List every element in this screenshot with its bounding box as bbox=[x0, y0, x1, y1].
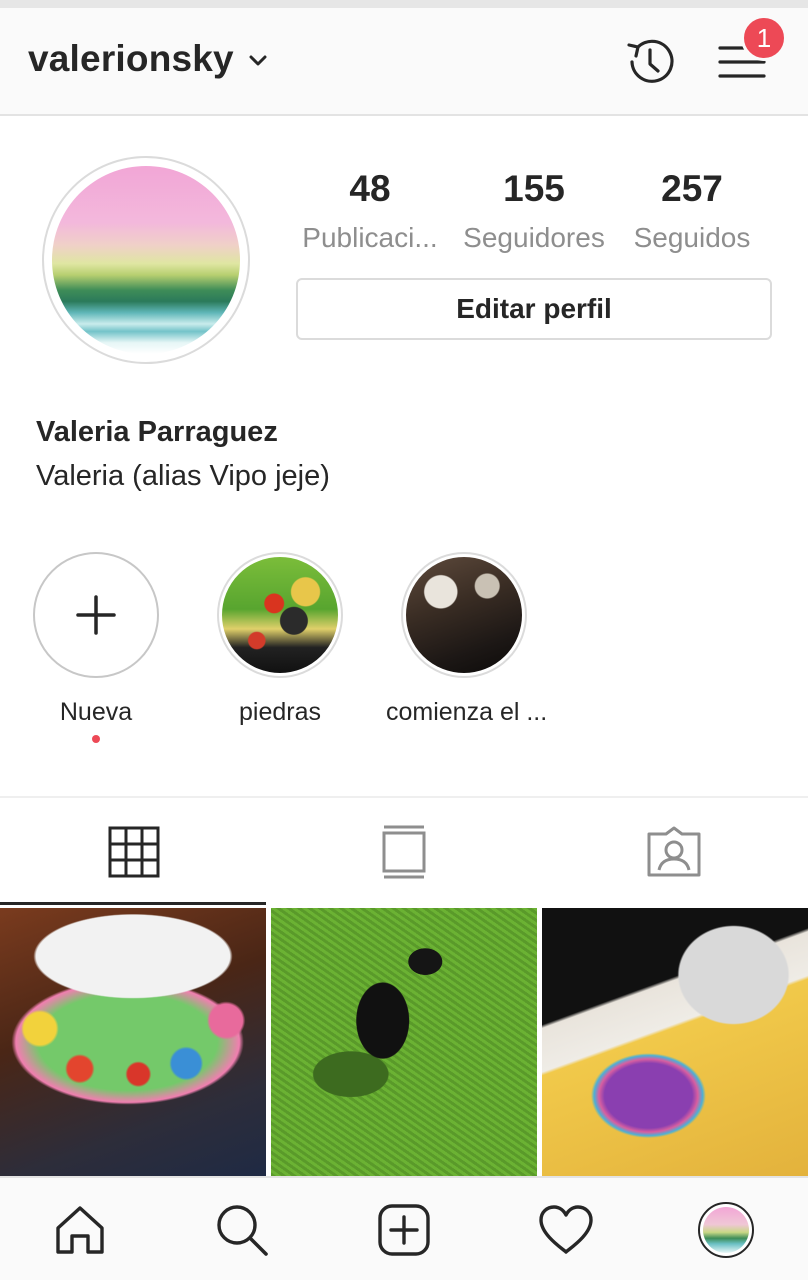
heart-icon bbox=[539, 1205, 593, 1254]
highlight-piedras[interactable]: piedras bbox=[210, 552, 350, 727]
highlight-cover bbox=[401, 552, 527, 678]
stat-posts[interactable]: 48 Publicaci... bbox=[296, 168, 444, 254]
highlight-comienza[interactable]: comienza el ... bbox=[386, 552, 547, 727]
chevron-down-icon bbox=[249, 55, 267, 66]
profile-avatar[interactable] bbox=[42, 156, 250, 364]
home-button[interactable] bbox=[48, 1198, 112, 1262]
bottom-navigation bbox=[0, 1176, 808, 1280]
plus-icon bbox=[76, 595, 116, 635]
feed-icon bbox=[382, 825, 426, 879]
edit-profile-button[interactable]: Editar perfil bbox=[296, 278, 772, 340]
tab-grid[interactable] bbox=[0, 798, 268, 906]
following-count: 257 bbox=[661, 168, 723, 209]
posts-grid bbox=[0, 908, 808, 1176]
post-image bbox=[271, 908, 537, 1176]
tab-feed[interactable] bbox=[270, 798, 538, 906]
activity-button[interactable] bbox=[534, 1198, 598, 1262]
profile-tab-button[interactable] bbox=[694, 1198, 758, 1262]
highlight-label: comienza el ... bbox=[386, 698, 548, 726]
followers-count: 155 bbox=[503, 168, 565, 209]
posts-label: Publicaci... bbox=[302, 222, 438, 253]
post-image bbox=[542, 908, 808, 1176]
nav-avatar bbox=[698, 1202, 754, 1258]
add-post-icon bbox=[378, 1204, 430, 1256]
nav-avatar-image bbox=[703, 1207, 749, 1253]
stat-following[interactable]: 257 Seguidos bbox=[624, 168, 760, 254]
post-image bbox=[0, 908, 266, 1176]
top-header: valerionsky bbox=[0, 8, 808, 116]
following-label: Seguidos bbox=[633, 222, 751, 253]
highlight-new[interactable]: Nueva bbox=[26, 552, 166, 743]
highlight-image bbox=[217, 552, 343, 678]
new-highlight-button[interactable] bbox=[33, 552, 159, 678]
tagged-icon bbox=[647, 826, 701, 877]
archive-button[interactable] bbox=[620, 32, 680, 92]
history-icon bbox=[627, 39, 674, 83]
post-thumbnail[interactable] bbox=[542, 908, 808, 1176]
search-icon bbox=[217, 1205, 268, 1256]
highlight-label: Nueva bbox=[59, 698, 133, 726]
posts-count: 48 bbox=[349, 168, 391, 209]
grid-icon bbox=[108, 826, 160, 878]
avatar-image bbox=[52, 166, 240, 354]
search-button[interactable] bbox=[210, 1198, 274, 1262]
highlight-cover bbox=[217, 552, 343, 678]
full-name: Valeria Parraguez bbox=[36, 416, 278, 448]
post-thumbnail[interactable] bbox=[0, 908, 266, 1176]
tab-tagged[interactable] bbox=[540, 798, 808, 906]
new-indicator-dot bbox=[92, 735, 100, 743]
post-thumbnail[interactable] bbox=[271, 908, 537, 1176]
home-icon bbox=[56, 1206, 104, 1254]
account-switcher[interactable]: valerionsky bbox=[28, 38, 268, 80]
notification-badge: 1 bbox=[741, 15, 787, 61]
new-post-button[interactable] bbox=[372, 1198, 436, 1262]
status-strip bbox=[0, 0, 808, 8]
active-tab-indicator bbox=[0, 902, 266, 905]
highlight-image bbox=[401, 552, 527, 678]
followers-label: Seguidores bbox=[463, 222, 605, 253]
username: valerionsky bbox=[28, 38, 234, 79]
highlight-label: piedras bbox=[239, 698, 321, 726]
profile-tabs bbox=[0, 796, 808, 904]
bio-text: Valeria (alias Vipo jeje) bbox=[36, 460, 330, 492]
stat-followers[interactable]: 155 Seguidores bbox=[455, 168, 613, 254]
